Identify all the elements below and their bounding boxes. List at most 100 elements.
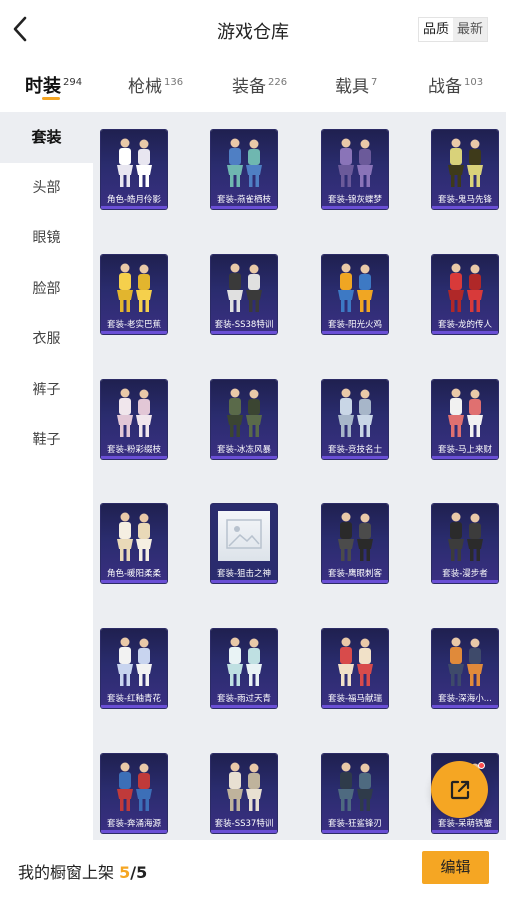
share-external-icon bbox=[450, 780, 470, 800]
sidebar-item-glasses[interactable]: 眼镜 bbox=[0, 213, 93, 264]
outfit-figure-icon bbox=[338, 388, 373, 437]
tab-guns[interactable]: 枪械 136 bbox=[128, 72, 183, 97]
outfit-figure-icon bbox=[448, 637, 483, 686]
item-label: 套装-锦灰蝶梦 bbox=[327, 195, 383, 205]
outfit-figure-icon bbox=[227, 762, 262, 811]
item-card[interactable]: 套装-阳光火鸡 bbox=[322, 255, 388, 334]
bottom-bar: 我的橱窗上架 5/5 编辑 bbox=[0, 840, 506, 897]
app-root: 游戏仓库 品质 最新 时装 294 枪械 136 装备 226 载具 7 战备 103 套… bbox=[0, 0, 506, 897]
showcase-label: 我的橱窗上架 bbox=[18, 863, 115, 882]
outfit-figure-icon bbox=[117, 637, 152, 686]
item-label: 套装-燕雀栖枝 bbox=[216, 195, 272, 205]
tab-count: 7 bbox=[371, 77, 378, 88]
tab-count: 103 bbox=[464, 77, 484, 88]
tab-label: 战备 bbox=[428, 77, 462, 97]
item-card[interactable]: 套装-福马献瑞 bbox=[322, 629, 388, 708]
tab-count: 226 bbox=[268, 77, 288, 88]
item-label: 套装-狙击之神 bbox=[216, 569, 272, 579]
tab-fashion[interactable]: 时装 294 bbox=[25, 72, 82, 98]
tab-vehicles[interactable]: 载具 7 bbox=[335, 72, 377, 97]
item-card[interactable]: 套装-漫步者 bbox=[432, 504, 498, 583]
tab-count: 294 bbox=[63, 77, 83, 88]
showcase-current-count: 5 bbox=[119, 863, 131, 882]
sidebar: 套装 头部 眼镜 脸部 衣服 裤子 鞋子 bbox=[0, 112, 93, 840]
edit-button[interactable]: 编辑 bbox=[422, 851, 489, 884]
item-card[interactable]: 套装-SS37特训 bbox=[211, 754, 277, 833]
item-card[interactable]: 角色-皓月伶影 bbox=[101, 130, 167, 209]
tab-label: 装备 bbox=[232, 77, 266, 97]
item-label: 套装-SS38特训 bbox=[214, 320, 274, 330]
tab-label: 时装 bbox=[25, 76, 61, 97]
outfit-figure-icon bbox=[227, 263, 262, 312]
item-grid: 角色-皓月伶影 套装-燕雀栖枝 套装-锦灰蝶梦 套装-鬼马先锋 套装-老实巴蕉 套装-SS… bbox=[93, 112, 506, 840]
outfit-figure-icon bbox=[448, 512, 483, 561]
sort-option-newest[interactable]: 最新 bbox=[452, 18, 487, 41]
item-label: 套装-雨过天青 bbox=[216, 694, 272, 704]
outfit-figure-icon bbox=[117, 263, 152, 312]
item-card[interactable]: 套装-龙的传人 bbox=[432, 255, 498, 334]
item-card[interactable]: 套装-冰冻风暴 bbox=[211, 380, 277, 459]
item-label: 套装-奔涌海源 bbox=[106, 819, 162, 829]
sort-option-quality[interactable]: 品质 bbox=[419, 18, 453, 41]
item-card[interactable]: 套装-奔涌海源 bbox=[101, 754, 167, 833]
tab-equipment[interactable]: 装备 226 bbox=[232, 72, 287, 97]
item-card[interactable]: 套装-SS38特训 bbox=[211, 255, 277, 334]
item-label: 套装-粉彩缀枝 bbox=[106, 445, 162, 455]
item-label: 套装-冰冻风暴 bbox=[216, 445, 272, 455]
item-label: 套装-龙的传人 bbox=[437, 320, 493, 330]
tab-supplies[interactable]: 战备 103 bbox=[428, 72, 483, 97]
outfit-figure-icon bbox=[448, 263, 483, 312]
sidebar-item-pants[interactable]: 裤子 bbox=[0, 365, 93, 416]
item-card[interactable]: 套装-燕雀栖枝 bbox=[211, 130, 277, 209]
item-label: 套装-鹰眼刺客 bbox=[327, 569, 383, 579]
sidebar-item-outfit[interactable]: 套装 bbox=[0, 112, 93, 163]
item-card[interactable]: 套装-老实巴蕉 bbox=[101, 255, 167, 334]
item-card[interactable]: 套装-鬼马先锋 bbox=[432, 130, 498, 209]
outfit-figure-icon bbox=[227, 138, 262, 187]
outfit-figure-icon bbox=[117, 138, 152, 187]
item-card[interactable]: 套装-粉彩缀枝 bbox=[101, 380, 167, 459]
outfit-figure-icon bbox=[227, 637, 262, 686]
item-label: 套装-漫步者 bbox=[442, 569, 488, 579]
item-label: 套装-狂鲨锋刃 bbox=[327, 819, 383, 829]
outfit-figure-icon bbox=[117, 762, 152, 811]
sort-toggle[interactable]: 品质 最新 bbox=[417, 17, 488, 42]
showcase-total-count: 5 bbox=[136, 863, 148, 882]
outfit-figure-icon bbox=[338, 263, 373, 312]
sidebar-item-head[interactable]: 头部 bbox=[0, 163, 93, 214]
outfit-figure-icon bbox=[448, 138, 483, 187]
item-label: 套装-SS37特训 bbox=[214, 819, 274, 829]
outfit-figure-icon bbox=[117, 512, 152, 561]
outfit-figure-icon bbox=[338, 637, 373, 686]
header-bar: 游戏仓库 品质 最新 bbox=[0, 0, 506, 60]
outfit-figure-icon bbox=[338, 762, 373, 811]
item-card[interactable]: 套装-雨过天青 bbox=[211, 629, 277, 708]
item-card[interactable]: 套装-竞技名士 bbox=[322, 380, 388, 459]
item-label: 套装-深海小... bbox=[438, 694, 492, 704]
tab-label: 枪械 bbox=[128, 77, 162, 97]
sidebar-item-face[interactable]: 脸部 bbox=[0, 264, 93, 315]
notification-dot bbox=[478, 762, 485, 769]
tab-label: 载具 bbox=[335, 77, 369, 97]
item-card[interactable]: 套装-狂鲨锋刃 bbox=[322, 754, 388, 833]
outfit-figure-icon bbox=[338, 138, 373, 187]
sidebar-item-clothes[interactable]: 衣服 bbox=[0, 314, 93, 365]
item-card[interactable]: 套装-马上来财 bbox=[432, 380, 498, 459]
item-label: 角色-暖阳柔柔 bbox=[106, 569, 162, 579]
category-tabs: 时装 294 枪械 136 装备 226 载具 7 战备 103 bbox=[0, 60, 506, 110]
item-card[interactable]: 套装-鹰眼刺客 bbox=[322, 504, 388, 583]
item-card[interactable]: 套装-狙击之神 bbox=[211, 504, 277, 583]
share-button[interactable] bbox=[431, 761, 488, 818]
item-card[interactable]: 套装-红釉青花 bbox=[101, 629, 167, 708]
showcase-status: 我的橱窗上架 5/5 bbox=[18, 859, 147, 883]
item-label: 套装-鬼马先锋 bbox=[437, 195, 493, 205]
item-label: 套装-阳光火鸡 bbox=[327, 320, 383, 330]
item-card[interactable]: 套装-深海小... bbox=[432, 629, 498, 708]
sidebar-item-shoes[interactable]: 鞋子 bbox=[0, 415, 93, 466]
item-card[interactable]: 套装-锦灰蝶梦 bbox=[322, 130, 388, 209]
item-label: 角色-皓月伶影 bbox=[106, 195, 162, 205]
item-label: 套装-老实巴蕉 bbox=[106, 320, 162, 330]
item-label: 套装-竞技名士 bbox=[327, 445, 383, 455]
item-card[interactable]: 角色-暖阳柔柔 bbox=[101, 504, 167, 583]
tab-count: 136 bbox=[164, 77, 184, 88]
